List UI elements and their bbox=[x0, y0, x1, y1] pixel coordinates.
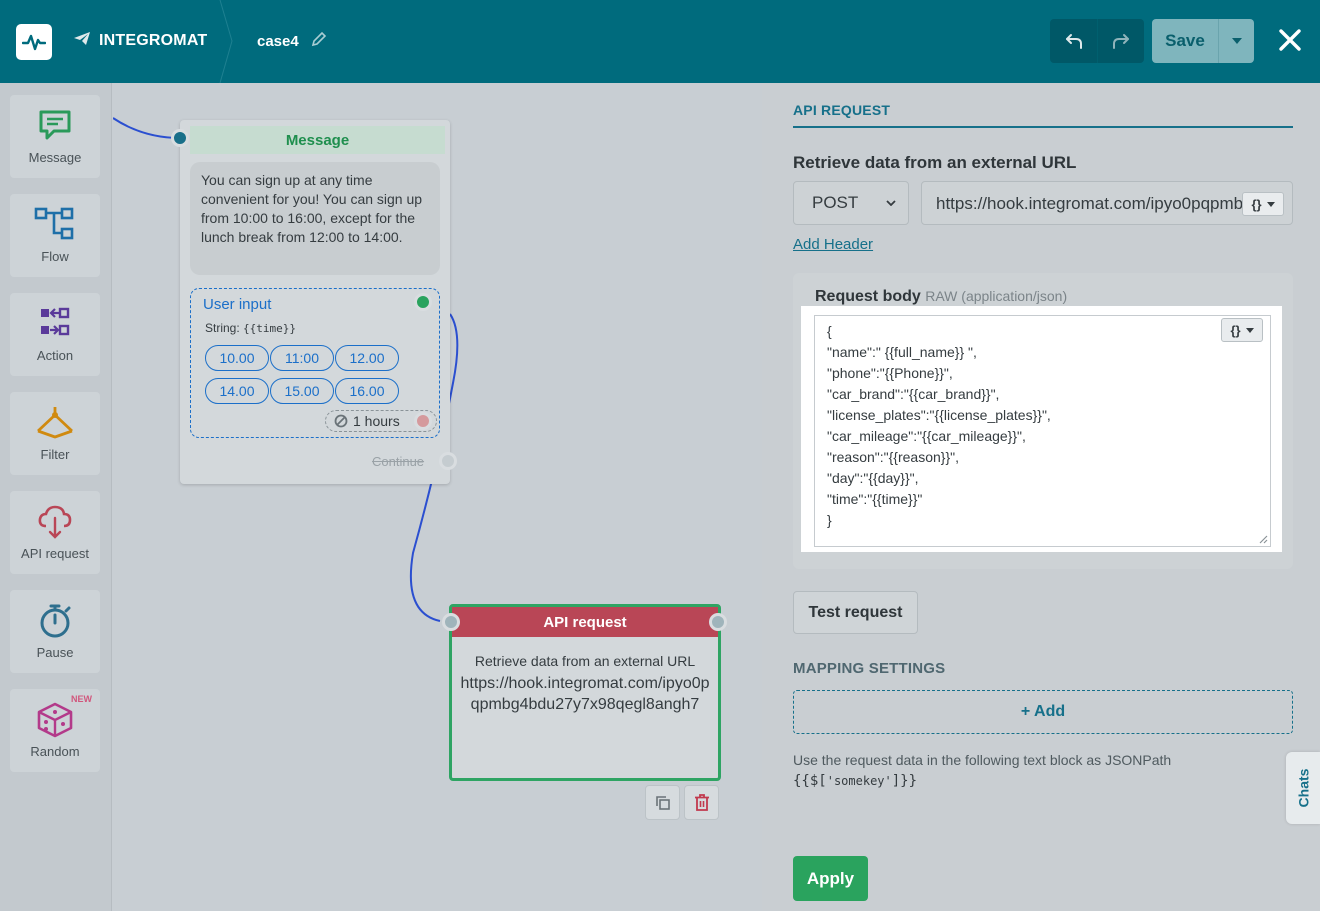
url-value: https://hook.integromat.com/ipyo0pqpmbg4… bbox=[936, 194, 1244, 213]
save-controls: Save bbox=[1152, 19, 1254, 63]
caret-down-icon bbox=[1266, 201, 1275, 207]
flow-icon bbox=[34, 207, 74, 240]
url-input[interactable]: https://hook.integromat.com/ipyo0pqpmbg4… bbox=[921, 181, 1293, 225]
panel-divider bbox=[793, 126, 1293, 128]
jsonpath-example: {{$['somekey']}} bbox=[793, 773, 918, 789]
chats-label: Chats bbox=[1295, 768, 1311, 808]
message-node-title: Message bbox=[190, 126, 445, 154]
new-badge: NEW bbox=[71, 694, 92, 704]
jsonpath-hint: Use the request data in the following te… bbox=[793, 752, 1172, 768]
option-chip[interactable]: 12.00 bbox=[335, 345, 399, 371]
mapping-settings-title: MAPPING SETTINGS bbox=[793, 660, 946, 677]
user-input-type: String: {{time}} bbox=[205, 321, 297, 335]
option-chip[interactable]: 11:00 bbox=[270, 345, 334, 371]
tool-api-request[interactable]: API request bbox=[10, 491, 100, 574]
project-name: case4 bbox=[257, 32, 299, 50]
brand-link[interactable]: INTEGROMAT bbox=[74, 30, 207, 52]
message-node[interactable]: Message You can sign up at any time conv… bbox=[180, 120, 450, 484]
trash-icon bbox=[694, 794, 709, 811]
tool-message[interactable]: Message bbox=[10, 95, 100, 178]
timeout-text: 1 hours bbox=[353, 413, 400, 429]
block-icon bbox=[334, 414, 348, 428]
add-header-link[interactable]: Add Header bbox=[793, 236, 873, 253]
api-node-title: API request bbox=[452, 607, 718, 637]
continue-port[interactable] bbox=[439, 452, 457, 470]
close-icon bbox=[1279, 29, 1301, 51]
tool-label: Filter bbox=[40, 447, 70, 462]
chats-tab[interactable]: Chats bbox=[1286, 752, 1320, 824]
user-input-title: User input bbox=[203, 296, 272, 313]
history-controls bbox=[1050, 19, 1144, 63]
braces-icon: {} bbox=[1230, 322, 1241, 338]
action-icon bbox=[41, 307, 70, 336]
undo-button[interactable] bbox=[1050, 19, 1097, 63]
method-value: POST bbox=[812, 193, 859, 212]
paper-plane-icon bbox=[74, 31, 91, 51]
delete-node-button[interactable] bbox=[684, 785, 719, 820]
user-input-port[interactable] bbox=[414, 293, 432, 311]
filter-icon bbox=[37, 407, 73, 439]
tool-filter[interactable]: Filter bbox=[10, 392, 100, 475]
message-input-port[interactable] bbox=[171, 129, 189, 147]
request-body-highlight: { "name":" {{full_name}} ", "phone":"{{P… bbox=[801, 306, 1282, 552]
undo-icon bbox=[1065, 34, 1082, 49]
pulse-icon[interactable] bbox=[16, 24, 52, 60]
braces-icon: {} bbox=[1251, 196, 1262, 212]
caret-down-icon bbox=[1231, 38, 1242, 44]
save-button[interactable]: Save bbox=[1152, 19, 1218, 63]
test-request-button[interactable]: Test request bbox=[793, 591, 918, 634]
api-input-port[interactable] bbox=[442, 613, 460, 631]
duplicate-node-button[interactable] bbox=[645, 785, 680, 820]
option-chip[interactable]: 10.00 bbox=[205, 345, 269, 371]
cloud-icon bbox=[38, 505, 72, 539]
tool-label: API request bbox=[21, 546, 89, 561]
request-body-editor[interactable]: { "name":" {{full_name}} ", "phone":"{{P… bbox=[814, 315, 1271, 547]
insert-variable-button[interactable]: {} bbox=[1242, 192, 1284, 216]
chevron-down-icon bbox=[886, 200, 896, 206]
tool-random[interactable]: NEW Random bbox=[10, 689, 100, 772]
tool-sidebar: Message Flow Action Filter API request P… bbox=[0, 83, 112, 911]
option-chip[interactable]: 14.00 bbox=[205, 378, 269, 404]
breadcrumb-separator bbox=[219, 0, 233, 83]
http-method-select[interactable]: POST bbox=[793, 181, 909, 225]
api-request-node[interactable]: API request Retrieve data from an extern… bbox=[449, 604, 721, 781]
insert-variable-button[interactable]: {} bbox=[1221, 318, 1263, 342]
redo-icon bbox=[1113, 34, 1129, 49]
user-input-block[interactable]: User input String: {{time}} 10.00 11:00 … bbox=[190, 288, 440, 438]
resize-handle[interactable] bbox=[1258, 534, 1268, 544]
breadcrumb: case4 bbox=[257, 31, 327, 51]
top-bar: INTEGROMAT case4 Save bbox=[0, 0, 1320, 83]
tool-label: Pause bbox=[36, 645, 74, 660]
caret-down-icon bbox=[1245, 327, 1254, 333]
timeout-port[interactable] bbox=[414, 412, 432, 430]
tool-label: Message bbox=[28, 150, 82, 165]
section-label: Retrieve data from an external URL bbox=[793, 153, 1077, 172]
panel-title: API REQUEST bbox=[793, 102, 891, 118]
continue-label: Continue bbox=[372, 454, 425, 469]
tool-flow[interactable]: Flow bbox=[10, 194, 100, 277]
api-output-port[interactable] bbox=[709, 613, 727, 631]
option-chip[interactable]: 15.00 bbox=[270, 378, 334, 404]
apply-button[interactable]: Apply bbox=[793, 856, 868, 901]
brand-name: INTEGROMAT bbox=[99, 32, 208, 49]
api-node-description: Retrieve data from an external URL bbox=[474, 653, 696, 669]
message-text: You can sign up at any time convenient f… bbox=[190, 162, 440, 275]
tool-pause[interactable]: Pause bbox=[10, 590, 100, 673]
request-body-label: Request body RAW (application/json) bbox=[815, 288, 1068, 305]
close-button[interactable] bbox=[1276, 26, 1304, 54]
pencil-icon[interactable] bbox=[311, 31, 327, 51]
dice-icon bbox=[37, 702, 73, 738]
tool-action[interactable]: Action bbox=[10, 293, 100, 376]
api-node-url: https://hook.integromat.com/ipyo0pqpmbg4… bbox=[460, 675, 710, 713]
add-mapping-button[interactable]: + Add bbox=[793, 690, 1293, 734]
tool-label: Flow bbox=[41, 249, 69, 264]
message-icon bbox=[39, 110, 71, 140]
stopwatch-icon bbox=[40, 604, 71, 638]
tool-label: Random bbox=[30, 744, 80, 759]
redo-button[interactable] bbox=[1097, 19, 1144, 63]
save-menu-button[interactable] bbox=[1218, 19, 1254, 63]
tool-label: Action bbox=[36, 348, 74, 363]
option-chip[interactable]: 16.00 bbox=[335, 378, 399, 404]
copy-icon bbox=[655, 795, 670, 810]
